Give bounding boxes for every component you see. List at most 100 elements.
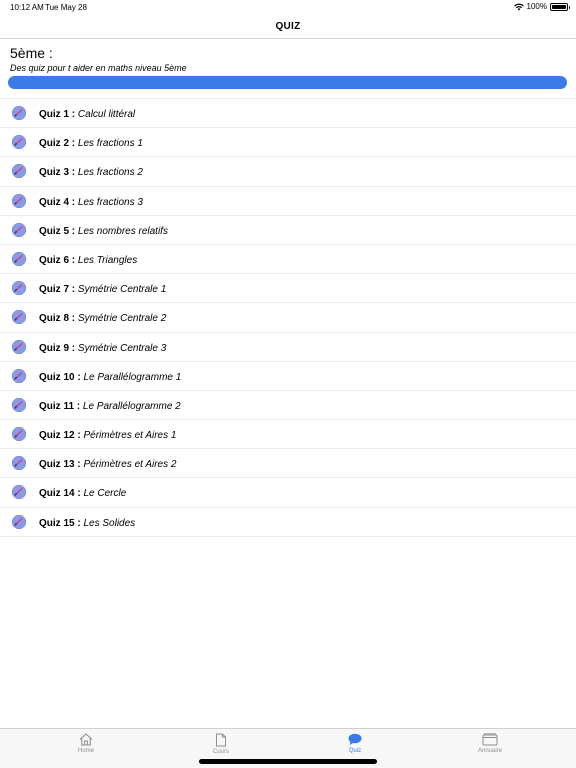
quiz-icon <box>12 339 26 354</box>
quiz-number: Quiz 9 : <box>39 342 76 354</box>
quiz-number: Quiz 7 : <box>39 284 76 296</box>
status-right: 100% <box>513 2 570 11</box>
quiz-number: Quiz 10 : <box>39 371 81 383</box>
level-title: 5ème : <box>10 45 53 61</box>
folder-icon <box>482 733 498 746</box>
quiz-icon <box>12 397 26 412</box>
quiz-icon <box>12 485 26 500</box>
quiz-list-item-6[interactable]: Quiz 6 : Les Triangles <box>0 245 576 275</box>
tab-home[interactable]: Home <box>56 733 116 754</box>
home-icon <box>79 733 93 746</box>
quiz-icon <box>12 281 26 296</box>
quiz-list-item-14[interactable]: Quiz 14 : Le Cercle <box>0 478 576 508</box>
quiz-text: Quiz 6 : Les Triangles <box>39 255 137 266</box>
quiz-icon <box>12 193 26 208</box>
quiz-title: Les fractions 1 <box>77 138 143 150</box>
progress-bar <box>8 76 567 89</box>
quiz-icon <box>12 427 26 442</box>
tab-annuaire[interactable]: Annuaire <box>460 733 520 754</box>
quiz-text: Quiz 9 : Symétrie Centrale 3 <box>39 343 166 354</box>
quiz-title: Les nombres relatifs <box>77 225 168 237</box>
quiz-list-item-2[interactable]: Quiz 2 : Les fractions 1 <box>0 128 576 158</box>
quiz-icon <box>12 164 26 179</box>
quiz-rows: Quiz 1 : Calcul littéral Quiz 2 : Les fr… <box>0 99 576 537</box>
quiz-number: Quiz 3 : <box>39 167 76 179</box>
quiz-list-item-5[interactable]: Quiz 5 : Les nombres relatifs <box>0 216 576 245</box>
quiz-icon <box>12 514 26 529</box>
quiz-icon <box>12 106 26 120</box>
quiz-title: Les fractions 3 <box>77 196 143 208</box>
quiz-title: Le Parallélogramme 2 <box>82 400 181 412</box>
navigation-bar: QUIZ <box>0 14 576 39</box>
quiz-text: Quiz 10 : Le Parallélogramme 1 <box>39 372 181 383</box>
quiz-icon <box>12 251 26 266</box>
wifi-icon <box>513 3 524 10</box>
quiz-title: Périmètres et Aires 2 <box>83 459 177 471</box>
quiz-number: Quiz 6 : <box>39 254 76 266</box>
tab-home-label: Home <box>77 748 94 754</box>
quiz-title: Les fractions 2 <box>77 167 143 179</box>
quiz-title: Périmètres et Aires 1 <box>83 430 177 442</box>
quiz-title: Le Cercle <box>83 488 127 500</box>
document-icon <box>216 733 226 747</box>
status-time: 10:12 AM <box>10 3 44 12</box>
quiz-list-item-7[interactable]: Quiz 7 : Symétrie Centrale 1 <box>0 274 576 304</box>
quiz-text: Quiz 15 : Les Solides <box>39 518 135 529</box>
quiz-icon <box>12 310 26 325</box>
status-date: Tue May 28 <box>45 3 87 12</box>
quiz-list-item-15[interactable]: Quiz 15 : Les Solides <box>0 508 576 537</box>
quiz-list-item-12[interactable]: Quiz 12 : Périmètres et Aires 1 <box>0 420 576 450</box>
tab-annuaire-label: Annuaire <box>477 748 503 754</box>
quiz-title: Symétrie Centrale 1 <box>77 284 167 296</box>
quiz-text: Quiz 7 : Symétrie Centrale 1 <box>39 284 166 295</box>
quiz-list-item-4[interactable]: Quiz 4 : Les fractions 3 <box>0 187 576 216</box>
quiz-list-item-13[interactable]: Quiz 13 : Périmètres et Aires 2 <box>0 449 576 479</box>
page-title: QUIZ <box>275 21 301 32</box>
tab-quiz-label: Quiz <box>348 748 362 754</box>
quiz-number: Quiz 2 : <box>39 138 76 150</box>
quiz-icon <box>12 222 26 237</box>
quiz-list-item-10[interactable]: Quiz 10 : Le Parallélogramme 1 <box>0 362 576 391</box>
quiz-title: Le Parallélogramme 1 <box>83 371 182 383</box>
quiz-icon <box>12 368 26 383</box>
quiz-number: Quiz 1 : <box>39 109 76 120</box>
quiz-number: Quiz 14 : <box>39 488 81 500</box>
quiz-list-item-11[interactable]: Quiz 11 : Le Parallélogramme 2 <box>0 391 576 421</box>
chat-bubble-icon <box>348 733 362 745</box>
quiz-text: Quiz 14 : Le Cercle <box>39 488 126 499</box>
quiz-title: Les Triangles <box>77 254 138 266</box>
quiz-number: Quiz 4 : <box>39 196 76 208</box>
quiz-list-item-3[interactable]: Quiz 3 : Les fractions 2 <box>0 157 576 187</box>
quiz-number: Quiz 12 : <box>39 430 81 442</box>
home-indicator[interactable] <box>199 759 377 764</box>
quiz-icon <box>12 135 26 150</box>
quiz-title: Calcul littéral <box>77 109 136 120</box>
battery-percent: 100% <box>526 2 547 11</box>
quiz-number: Quiz 5 : <box>39 225 76 237</box>
quiz-list-item-1[interactable]: Quiz 1 : Calcul littéral <box>0 99 576 129</box>
quiz-list-item-8[interactable]: Quiz 8 : Symétrie Centrale 2 <box>0 303 576 333</box>
quiz-text: Quiz 5 : Les nombres relatifs <box>39 226 168 237</box>
quiz-text: Quiz 13 : Périmètres et Aires 2 <box>39 459 176 470</box>
quiz-number: Quiz 8 : <box>39 313 76 325</box>
quiz-title: Symétrie Centrale 2 <box>77 313 167 325</box>
quiz-list-item-9[interactable]: Quiz 9 : Symétrie Centrale 3 <box>0 333 576 362</box>
quiz-number: Quiz 13 : <box>39 459 81 471</box>
quiz-icon <box>12 456 26 471</box>
status-bar: 10:12 AM Tue May 28 100% <box>0 0 576 14</box>
tab-cours-label: Cours <box>212 749 229 755</box>
battery-icon <box>550 2 570 11</box>
quiz-text: Quiz 11 : Le Parallélogramme 2 <box>39 401 181 412</box>
level-header: 5ème : Des quiz pour t aider en maths ni… <box>0 40 576 98</box>
quiz-text: Quiz 1 : Calcul littéral <box>39 109 135 120</box>
quiz-list: Quiz 1 : Calcul littéral Quiz 2 : Les fr… <box>0 98 576 537</box>
quiz-number: Quiz 11 : <box>39 400 81 412</box>
tab-quiz[interactable]: Quiz <box>325 733 385 754</box>
quiz-title: Symétrie Centrale 3 <box>77 342 167 354</box>
tab-cours[interactable]: Cours <box>191 733 251 755</box>
quiz-text: Quiz 12 : Périmètres et Aires 1 <box>39 430 176 441</box>
quiz-number: Quiz 15 : <box>39 517 81 529</box>
level-subtitle: Des quiz pour t aider en maths niveau 5è… <box>10 63 187 73</box>
quiz-text: Quiz 8 : Symétrie Centrale 2 <box>39 313 166 324</box>
quiz-text: Quiz 4 : Les fractions 3 <box>39 197 143 208</box>
